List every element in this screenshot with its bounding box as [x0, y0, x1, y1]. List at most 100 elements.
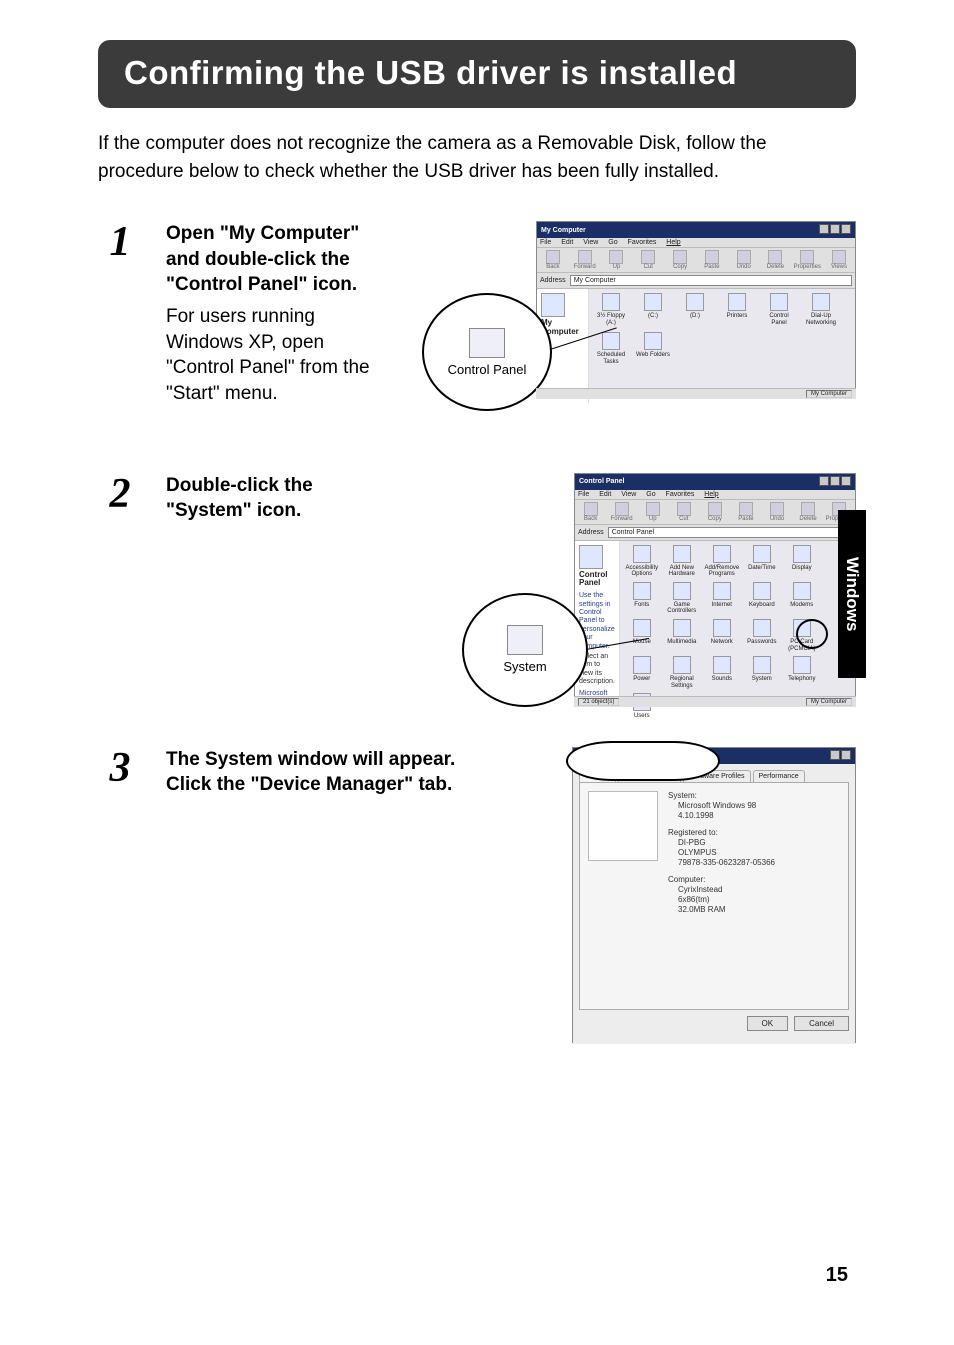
- toolbar-item: Copy: [701, 502, 728, 522]
- document-page: Confirming the USB driver is installed I…: [0, 0, 954, 1083]
- registered-line: 79878-335-0623287-05366: [668, 858, 775, 867]
- cp-item: Game Controllers: [664, 582, 700, 615]
- computer-icon: [588, 791, 658, 861]
- cp-item: Sounds: [704, 656, 740, 689]
- address-bar: Address My Computer: [537, 273, 855, 289]
- cp-item: Fonts: [624, 582, 660, 615]
- menu-bar: File Edit View Go Favorites Help: [537, 238, 855, 248]
- toolbar-item: Paste: [698, 250, 726, 270]
- highlight-circle-system: [796, 619, 828, 649]
- cp-item: Multimedia: [664, 619, 700, 652]
- toolbar: Back Forward Up Cut Copy Paste Undo Dele…: [537, 248, 855, 273]
- cp-item: Passwords: [744, 619, 780, 652]
- step-number: 2: [98, 473, 142, 515]
- ok-button: OK: [747, 1016, 789, 1031]
- highlight-oval-device-manager-tab: [566, 741, 720, 781]
- side-tab-windows: Windows: [838, 510, 866, 678]
- toolbar-item: Properties: [793, 250, 821, 270]
- cp-item: Add New Hardware: [664, 545, 700, 578]
- dialup-icon: Dial-Up Networking: [803, 293, 839, 326]
- cp-item: Keyboard: [744, 582, 780, 615]
- toolbar-item: Cut: [670, 502, 697, 522]
- page-title: Confirming the USB driver is installed: [124, 54, 830, 92]
- toolbar-item: Up: [603, 250, 631, 270]
- control-panel-icon: [579, 545, 603, 569]
- screenshot-system-properties-window: System Properties General Device Manager…: [572, 747, 856, 1043]
- drive-icon: (C:): [635, 293, 671, 326]
- drive-icon: 3½ Floppy (A:): [593, 293, 629, 326]
- step-2: 2 Double-click the "System" icon. System: [98, 473, 856, 707]
- step-paragraph: For users running Windows XP, open "Cont…: [166, 304, 386, 407]
- toolbar-item: Delete: [795, 502, 822, 522]
- step-number: 1: [98, 221, 142, 263]
- registered-label: Registered to:: [668, 828, 775, 837]
- computer-line: 6x86(tm): [668, 895, 775, 904]
- window-buttons: [829, 750, 851, 762]
- window-buttons: [818, 476, 851, 488]
- step-1: 1 Open "My Computer" and double-click th…: [98, 221, 856, 406]
- address-value: My Computer: [574, 277, 616, 284]
- computer-label: Computer:: [668, 875, 775, 884]
- toolbar-item: Up: [639, 502, 666, 522]
- menu-item: Favorites: [628, 239, 657, 246]
- toolbar-item: Forward: [608, 502, 635, 522]
- toolbar: Back Forward Up Cut Copy Paste Undo Dele…: [575, 500, 855, 525]
- step-heading: Double-click the "System" icon.: [166, 473, 386, 524]
- toolbar-item: Undo: [763, 502, 790, 522]
- printers-icon: Printers: [719, 293, 755, 326]
- cp-item: Mouse: [624, 619, 660, 652]
- scheduled-tasks-icon: Scheduled Tasks: [593, 332, 629, 365]
- toolbar-item: Cut: [634, 250, 662, 270]
- drive-icon: (D:): [677, 293, 713, 326]
- system-label: System:: [668, 791, 775, 800]
- callout-system: System: [462, 593, 588, 707]
- menu-item: Go: [608, 239, 617, 246]
- step-heading: The System window will appear. Click the…: [166, 747, 486, 798]
- web-folders-icon: Web Folders: [635, 332, 671, 365]
- address-value: Control Panel: [612, 529, 654, 536]
- step-number: 3: [98, 747, 142, 789]
- registered-line: OLYMPUS: [668, 848, 775, 857]
- figure-system-properties: System Properties General Device Manager…: [572, 747, 856, 1043]
- computer-line: 32.0MB RAM: [668, 905, 775, 914]
- cp-item: Telephony: [784, 656, 820, 689]
- step-heading: Open "My Computer" and double-click the …: [166, 221, 386, 298]
- status-bar-text: My Computer: [806, 390, 852, 398]
- toolbar-item: Undo: [730, 250, 758, 270]
- menu-item: File: [540, 239, 551, 246]
- cp-item: Modems: [784, 582, 820, 615]
- menu-item: Edit: [561, 239, 573, 246]
- icons-pane: 3½ Floppy (A:) (C:) (D:) Printers Contro…: [589, 289, 855, 403]
- menu-item: Edit: [599, 491, 611, 498]
- menu-item: Go: [646, 491, 655, 498]
- cp-item: Add/Remove Programs: [704, 545, 740, 578]
- callout-control-panel: Control Panel: [422, 293, 552, 411]
- step-3: 3 The System window will appear. Click t…: [98, 747, 856, 1043]
- menu-item: Favorites: [666, 491, 695, 498]
- toolbar-item: Forward: [571, 250, 599, 270]
- menu-item: Help: [666, 239, 680, 246]
- window-buttons: [818, 224, 851, 236]
- toolbar-item: Back: [539, 250, 567, 270]
- intro-paragraph: If the computer does not recognize the c…: [98, 130, 856, 185]
- page-number: 15: [826, 1264, 848, 1287]
- system-icon: [507, 625, 543, 655]
- toolbar-item: Copy: [666, 250, 694, 270]
- cp-item: Network: [704, 619, 740, 652]
- control-panel-icon: Control Panel: [761, 293, 797, 326]
- my-computer-icon: [541, 293, 565, 317]
- status-bar-left: 21 object(s): [578, 698, 619, 706]
- cp-item: Regional Settings: [664, 656, 700, 689]
- callout-label: System: [503, 659, 546, 674]
- callout-label: Control Panel: [448, 362, 527, 377]
- cp-item: Date/Time: [744, 545, 780, 578]
- toolbar-item: Views: [825, 250, 853, 270]
- cp-item: Accessibility Options: [624, 545, 660, 578]
- computer-line: CyrixInstead: [668, 885, 775, 894]
- cancel-button: Cancel: [794, 1016, 849, 1031]
- toolbar-item: Delete: [762, 250, 790, 270]
- left-panel-title: Control Panel: [579, 571, 615, 589]
- figure-my-computer: Control Panel My Computer File Edit: [536, 221, 856, 399]
- menu-item: View: [621, 491, 636, 498]
- menu-item: View: [583, 239, 598, 246]
